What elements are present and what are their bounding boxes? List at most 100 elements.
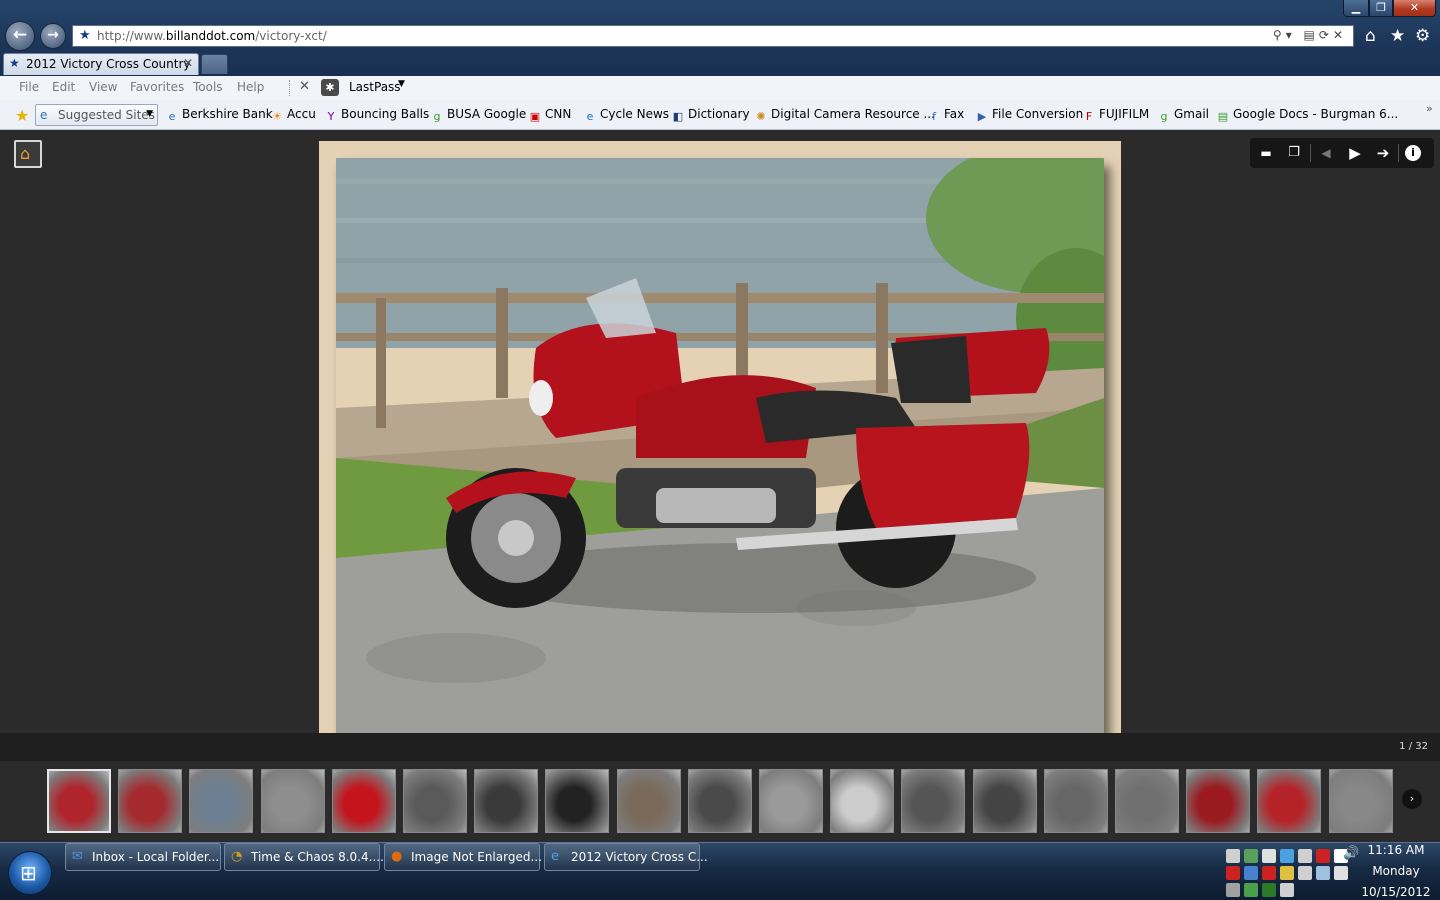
thumbnail[interactable] [474, 769, 539, 833]
home-icon: ⌂ [20, 144, 31, 163]
tray-icon[interactable] [1244, 866, 1258, 880]
thumbnail[interactable] [1257, 769, 1322, 833]
clock-day: Monday [1372, 864, 1420, 878]
add-favorite-icon[interactable]: ★ [15, 106, 29, 125]
favorite-link[interactable]: ◧ Dictionary [671, 107, 750, 124]
thumbnail[interactable] [1115, 769, 1179, 833]
thumbnail[interactable] [118, 769, 183, 833]
tab-close-icon[interactable]: ✕ [183, 56, 193, 70]
thumbnail[interactable] [260, 769, 325, 833]
volume-icon[interactable]: 🔊 [1343, 846, 1359, 861]
filmstrip-next-button[interactable]: › [1402, 789, 1422, 809]
tab-active[interactable]: ★ 2012 Victory Cross Country ... ✕ [3, 53, 199, 85]
back-button[interactable]: ← [5, 21, 35, 51]
thumbnail[interactable] [687, 769, 752, 833]
tray-icon[interactable] [1262, 866, 1276, 880]
thumbnail[interactable] [403, 769, 467, 833]
grid-icon[interactable]: ▬ [1255, 143, 1277, 163]
taskbar-button[interactable]: ✉ Inbox - Local Folder... [65, 843, 221, 871]
tray-icon[interactable] [1298, 866, 1312, 880]
suggested-sites-dropdown[interactable]: e Suggested Sites ▼ [35, 104, 158, 126]
menu-file[interactable]: File [19, 80, 39, 94]
menu-edit[interactable]: Edit [52, 80, 75, 94]
tray-icon[interactable] [1262, 849, 1276, 863]
clock-time[interactable]: 11:16 AM [1364, 843, 1428, 857]
thumbnail[interactable] [1043, 769, 1108, 833]
favorite-link[interactable]: ▤ Google Docs - Burgman 6... [1216, 107, 1398, 124]
favorite-link[interactable]: ▣ CNN [528, 107, 572, 124]
lastpass-icon[interactable]: ✱ [321, 79, 339, 96]
thumbnail[interactable] [759, 769, 823, 833]
tray-icon[interactable] [1244, 849, 1258, 863]
chevron-down-icon: ▼ [146, 109, 153, 119]
tray-icon[interactable] [1280, 866, 1294, 880]
tray-icon[interactable] [1334, 866, 1348, 880]
favorite-link[interactable]: g Gmail [1157, 107, 1210, 124]
window-icon[interactable]: ❐ [1283, 143, 1305, 163]
tray-icon[interactable] [1298, 849, 1312, 863]
info-icon[interactable]: i [1405, 145, 1421, 161]
tray-icon[interactable] [1226, 883, 1240, 897]
favorite-link[interactable]: F FUJIFILM [1082, 107, 1149, 124]
gallery-home-button[interactable]: ⌂ [14, 140, 42, 168]
favorite-link[interactable]: g BUSA Google [430, 107, 527, 124]
thumbnail[interactable] [901, 769, 966, 833]
thumbnail[interactable] [1328, 769, 1393, 833]
menu-view[interactable]: View [89, 80, 117, 94]
tray-icon[interactable] [1262, 883, 1276, 897]
thumbnail[interactable] [972, 769, 1037, 833]
tray-icon[interactable] [1226, 849, 1240, 863]
tray-icon[interactable] [1244, 883, 1258, 897]
tray-icon[interactable] [1280, 849, 1294, 863]
next-icon[interactable]: ➔ [1372, 143, 1394, 163]
tray-icon[interactable] [1316, 849, 1330, 863]
lastpass-menu[interactable]: LastPass [349, 80, 401, 94]
thumbnail[interactable] [1186, 769, 1251, 833]
thumbnail[interactable] [830, 769, 895, 833]
ie-icon: e [551, 849, 559, 864]
counter-strip: 1 / 32 [0, 733, 1440, 761]
main-photo[interactable] [336, 158, 1104, 734]
thumbnail[interactable] [616, 769, 681, 833]
tray-icon[interactable] [1316, 866, 1330, 880]
prev-icon[interactable]: ◀ [1315, 143, 1337, 163]
close-window-button[interactable]: ✕ [1393, 0, 1436, 17]
forward-button[interactable]: → [40, 23, 66, 49]
taskbar-button[interactable]: ● Image Not Enlarged... [384, 843, 542, 871]
favorite-link[interactable]: ☀ Accu [270, 107, 316, 124]
start-button[interactable]: ⊞ [8, 851, 52, 895]
new-tab-button[interactable] [201, 54, 228, 74]
favorite-link[interactable]: f Fax [927, 107, 964, 124]
photo-frame [319, 141, 1121, 751]
favorite-link[interactable]: ▶ File Conversion [975, 107, 1083, 124]
taskbar-button[interactable]: e 2012 Victory Cross C... [544, 843, 708, 871]
tray-icon[interactable] [1226, 866, 1240, 880]
menu-help[interactable]: Help [237, 80, 264, 94]
minimize-button[interactable]: ▁ [1343, 0, 1369, 17]
address-bar[interactable]: ★ http://www.billanddot.com/victory-xct/… [72, 25, 1354, 47]
browser-title-bar: ▁ ❐ ✕ ← → ★ http://www.billanddot.com/vi… [0, 0, 1440, 85]
taskbar-button[interactable]: ◔ Time & Chaos 8.0.4.... [224, 843, 384, 871]
lastpass-dropdown-icon[interactable]: ▼ [398, 79, 405, 89]
favorite-link[interactable]: e Cycle News [583, 107, 669, 124]
favorite-link[interactable]: e Berkshire Bank [165, 107, 273, 124]
favorite-link[interactable]: Y Bouncing Balls [324, 107, 430, 124]
home-icon[interactable]: ⌂ [1365, 27, 1376, 45]
thumbnail[interactable] [331, 769, 396, 833]
thumbnail[interactable] [189, 769, 254, 833]
lastpass-close-icon[interactable]: ✕ [299, 79, 310, 94]
address-tools-icons[interactable]: ⚲▾ ▤⟳✕ [1273, 28, 1347, 42]
thumbnail[interactable] [47, 769, 111, 833]
menu-favorites[interactable]: Favorites [130, 80, 184, 94]
address-url[interactable]: http://www.billanddot.com/victory-xct/ [97, 29, 327, 43]
system-tray [1224, 845, 1348, 897]
favorite-link[interactable]: ✺ Digital Camera Resource ... [754, 107, 935, 124]
play-icon[interactable]: ▶ [1344, 143, 1366, 163]
favorites-star-icon[interactable]: ★ [1390, 27, 1405, 45]
menu-tools[interactable]: Tools [193, 80, 223, 94]
tools-gear-icon[interactable]: ⚙ [1415, 27, 1430, 45]
maximize-button[interactable]: ❐ [1369, 0, 1393, 17]
favorites-more-icon[interactable]: » [1426, 102, 1433, 115]
tray-icon[interactable] [1280, 883, 1294, 897]
thumbnail[interactable] [545, 769, 610, 833]
